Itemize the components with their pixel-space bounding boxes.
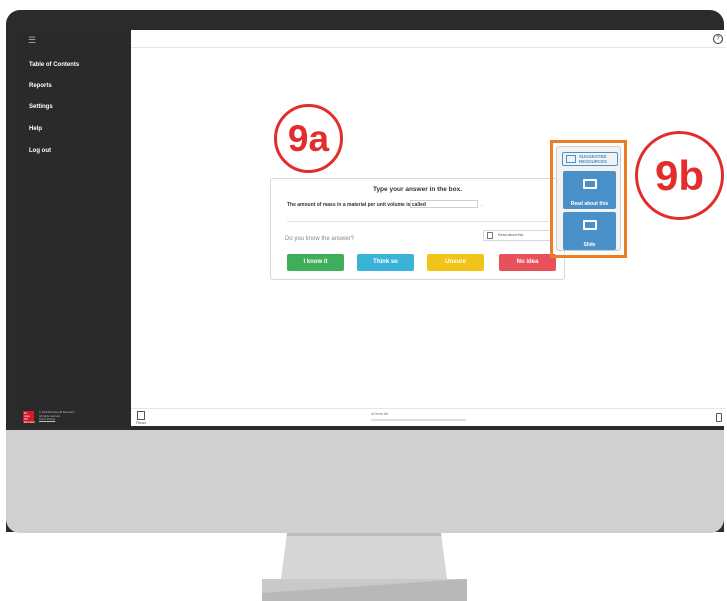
sidebar-item-log-out[interactable]: Log out [29,148,51,154]
suggested-resources-panel: SUGGESTED RESOURCES Read about this Slid… [556,146,621,251]
top-bar: ? [131,30,726,48]
document-icon [137,411,145,420]
question-prompt: The amount of mass in a material per uni… [287,202,426,208]
footer-links[interactable]: Terms Privacy [39,418,75,422]
no-idea-button[interactable]: No idea [499,254,556,271]
sidebar-item-help[interactable]: Help [29,126,42,132]
items-left-text: ## items left [371,412,389,416]
divider [287,221,549,222]
resource-label: Read about this [570,201,609,207]
unsure-button[interactable]: Unsure [427,254,484,271]
answer-input[interactable] [410,200,478,208]
resources-icon [566,155,576,163]
read-about-this-label: Read about this [498,233,524,237]
help-icon[interactable]: ? [713,34,723,44]
bottom-bar: Read ## items left [131,408,726,426]
callout-9a: 9a [274,104,343,173]
read-button[interactable]: Read [135,411,147,426]
read-about-this-resource-button[interactable]: Read about this [563,171,616,209]
sidebar: ☰ Table of Contents Reports Settings Hel… [20,30,131,408]
document-icon [487,232,493,239]
question-card: Type your answer in the box. The amount … [270,178,565,280]
sidebar-item-table-of-contents[interactable]: Table of Contents [29,62,79,68]
read-label: Read [136,420,146,425]
read-about-this-button[interactable]: Read about this [483,230,553,241]
sidebar-item-reports[interactable]: Reports [29,83,52,89]
sidebar-footer: Mc Graw Hill Education © 2016 McGraw-Hil… [20,408,131,426]
think-so-button[interactable]: Think so [357,254,414,271]
resources-heading-line2: RESOURCES [579,158,607,164]
slide-resource-button[interactable]: Slide [563,212,616,250]
prompt-end-punctuation: . [481,202,483,208]
suggested-resources-header: SUGGESTED RESOURCES [562,152,618,166]
callout-9b: 9b [635,131,724,220]
slide-icon [582,220,597,230]
monitor-stand [262,533,467,601]
i-know-it-button[interactable]: I know it [287,254,344,271]
confidence-label: Do you know the answer? [285,236,355,242]
hamburger-menu-icon[interactable]: ☰ [28,36,36,45]
sidebar-item-settings[interactable]: Settings [29,104,53,110]
mcgraw-hill-logo: Mc Graw Hill Education [23,411,36,424]
question-title: Type your answer in the box. [372,186,463,193]
progress-bar [371,419,466,421]
monitor-chin [6,430,724,533]
monitor-illustration: ☰ Table of Contents Reports Settings Hel… [0,0,727,601]
resource-label: Slide [583,242,596,248]
book-icon [582,179,597,189]
footer-legal: © 2016 McGraw-Hill Education All rights … [39,411,75,422]
device-icon[interactable] [716,413,722,422]
